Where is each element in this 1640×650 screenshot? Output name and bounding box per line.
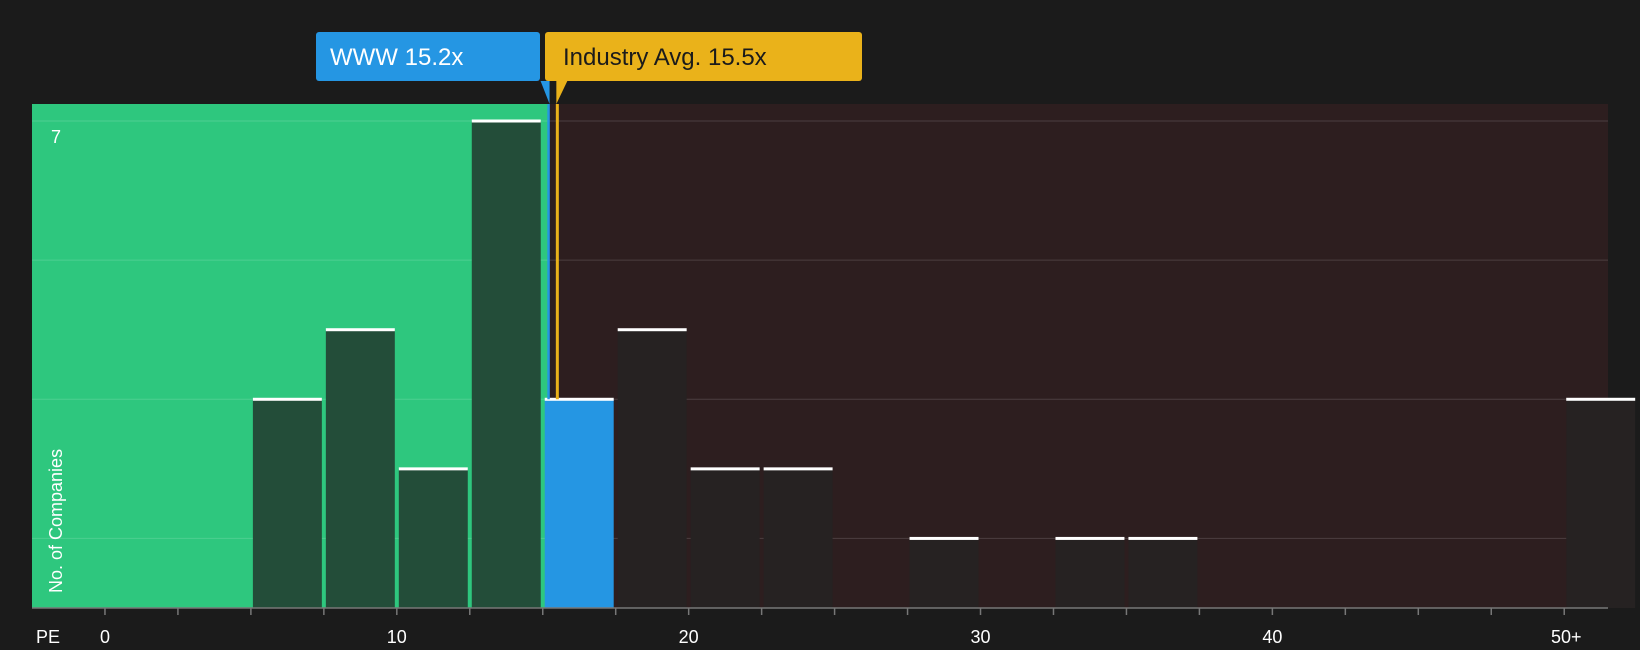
histogram-bar — [617, 329, 687, 608]
company-callout-pointer — [540, 81, 550, 104]
x-tick-label: 50+ — [1551, 627, 1582, 647]
histogram-bar — [398, 468, 468, 608]
histogram-bar — [909, 538, 979, 608]
histogram-bar — [1055, 538, 1125, 608]
histogram-bar — [471, 121, 541, 608]
histogram-bar — [1566, 399, 1636, 608]
histogram-bar-cap — [1566, 397, 1636, 401]
x-tick-label: 40 — [1262, 627, 1282, 647]
x-tick-label: 0 — [100, 627, 110, 647]
industry-callout: Industry Avg. 15.5x — [545, 32, 862, 104]
x-axis-ticks: 0 10 20 30 40 50+ — [100, 608, 1582, 647]
histogram-bar-cap — [617, 328, 687, 332]
histogram-bar — [690, 468, 760, 608]
company-callout-label: WWW 15.2x — [330, 44, 463, 71]
histogram-bar-cap — [1055, 536, 1125, 540]
y-axis-label: No. of Companies — [46, 449, 66, 593]
histogram-bar-cap — [690, 467, 760, 471]
x-tick-label: 20 — [679, 627, 699, 647]
histogram-bar-cap — [252, 397, 322, 401]
histogram-bar-cap — [325, 328, 395, 332]
histogram-bar — [252, 399, 322, 608]
histogram-bar-cap — [544, 397, 614, 401]
histogram-bar — [763, 468, 833, 608]
y-tick-label: 7 — [51, 127, 61, 147]
histogram-bar-cap — [909, 536, 979, 540]
histogram-bar — [1128, 538, 1198, 608]
x-tick-label: 30 — [971, 627, 991, 647]
histogram-bar-cap — [1128, 536, 1198, 540]
histogram-bar — [325, 329, 395, 608]
x-tick-label: 10 — [387, 627, 407, 647]
industry-callout-label: Industry Avg. 15.5x — [563, 44, 767, 71]
pe-distribution-chart: 0 10 20 30 40 50+ 7 No. of Companies PE WWW 1… — [32, 32, 1636, 647]
x-axis-label: PE — [36, 627, 60, 647]
histogram-bar-cap — [763, 467, 833, 471]
histogram-bar-cap — [471, 119, 541, 123]
industry-callout-pointer — [556, 81, 568, 104]
company-callout: WWW 15.2x — [316, 32, 550, 104]
histogram-bar — [544, 399, 614, 608]
histogram-bar-cap — [398, 467, 468, 471]
